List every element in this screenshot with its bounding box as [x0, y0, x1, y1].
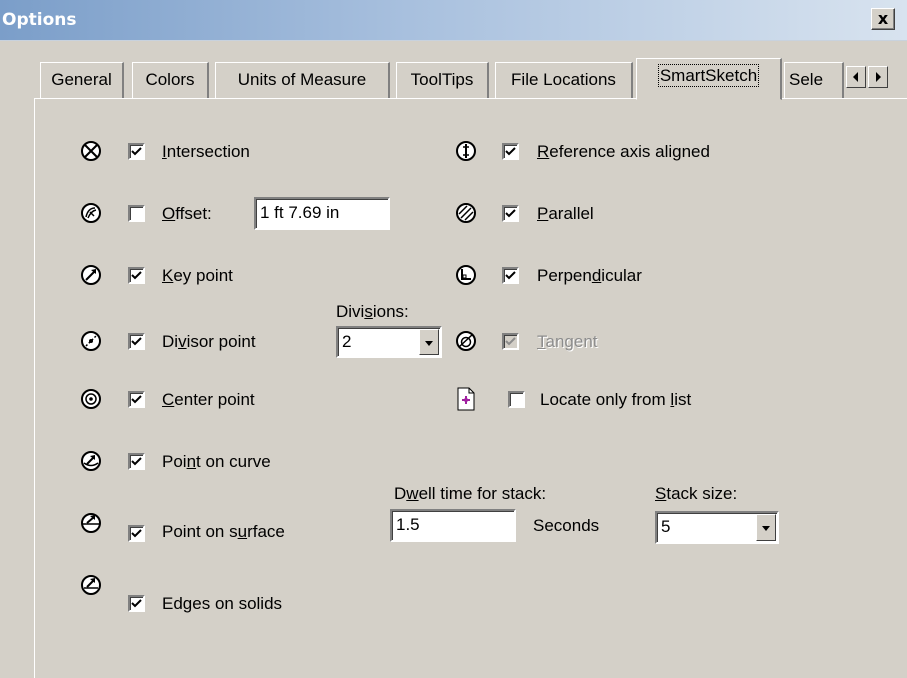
close-button[interactable]: x — [871, 8, 895, 30]
tab-selection[interactable]: Sele — [784, 62, 844, 98]
triangle-right-icon — [876, 72, 881, 82]
divisions-label: Divisions: — [336, 302, 409, 321]
intersection-label: Intersection — [162, 142, 250, 161]
point-on-surface-label: Point on surface — [162, 522, 285, 541]
offset-checkbox[interactable] — [128, 205, 145, 222]
divisor-point-label: Divisor point — [162, 332, 256, 351]
locate-only-label: Locate only from list — [540, 390, 692, 409]
offset-icon — [81, 203, 101, 223]
dwell-time-label: Dwell time for stack: — [394, 484, 547, 503]
perpendicular-checkbox[interactable] — [502, 267, 519, 284]
edges-on-solids-icon — [81, 575, 101, 595]
tab-colors[interactable]: Colors — [132, 62, 209, 98]
tab-units-of-measure[interactable]: Units of Measure — [215, 62, 390, 98]
offset-input[interactable]: 1 ft 7.69 in — [254, 197, 390, 230]
point-on-curve-checkbox[interactable] — [128, 453, 145, 470]
stack-size-label: Stack size: — [655, 484, 738, 503]
tab-scroll-right-button[interactable] — [868, 66, 888, 88]
perpendicular-icon — [456, 265, 476, 285]
point-on-curve-label: Point on curve — [162, 452, 271, 471]
key-point-icon — [81, 265, 101, 285]
reference-axis-icon — [456, 141, 476, 161]
tab-file-locations[interactable]: File Locations — [495, 62, 633, 98]
point-on-curve-icon — [81, 451, 101, 471]
tangent-icon — [456, 331, 476, 351]
triangle-left-icon — [853, 72, 858, 82]
center-point-checkbox[interactable] — [128, 391, 145, 408]
stack-size-select[interactable]: 5 — [655, 511, 779, 544]
chevron-down-icon[interactable] — [756, 514, 776, 541]
tab-smartsketch[interactable]: SmartSketch — [636, 58, 782, 100]
key-point-label: Key point — [162, 266, 233, 285]
locate-only-checkbox[interactable] — [508, 391, 525, 408]
tab-tooltips[interactable]: ToolTips — [396, 62, 489, 98]
title-bar: Options x — [0, 0, 907, 41]
key-point-checkbox[interactable] — [128, 267, 145, 284]
dwell-time-input[interactable]: 1.5 — [390, 509, 516, 542]
tab-general[interactable]: General — [40, 62, 124, 98]
divisor-point-icon — [81, 331, 101, 351]
window-title: Options — [2, 10, 77, 30]
divisor-point-checkbox[interactable] — [128, 333, 145, 350]
edges-on-solids-checkbox[interactable] — [128, 595, 145, 612]
divisions-select[interactable]: 2 — [336, 326, 442, 358]
locate-list-icon — [457, 387, 475, 411]
parallel-checkbox[interactable] — [502, 205, 519, 222]
edges-on-solids-label: Edges on solids — [162, 594, 283, 613]
stack-size-value: 5 — [661, 517, 671, 536]
point-on-surface-checkbox[interactable] — [128, 525, 145, 542]
reference-axis-checkbox[interactable] — [502, 143, 519, 160]
center-point-label: Center point — [162, 390, 255, 409]
offset-label: Offset: — [162, 204, 212, 223]
center-point-icon — [81, 389, 101, 409]
intersection-icon — [81, 141, 101, 161]
parallel-label: Parallel — [537, 204, 594, 223]
tangent-checkbox[interactable] — [502, 333, 519, 350]
parallel-icon — [456, 203, 476, 223]
divisions-value: 2 — [342, 332, 352, 351]
chevron-down-icon[interactable] — [419, 329, 439, 355]
point-on-surface-icon — [81, 513, 101, 533]
tab-scroll-left-button[interactable] — [846, 66, 866, 88]
seconds-label: Seconds — [533, 516, 600, 535]
reference-axis-label: Reference axis aligned — [537, 142, 710, 161]
perpendicular-label: Perpendicular — [537, 266, 642, 285]
intersection-checkbox[interactable] — [128, 143, 145, 160]
tangent-label: Tangent — [537, 332, 598, 351]
